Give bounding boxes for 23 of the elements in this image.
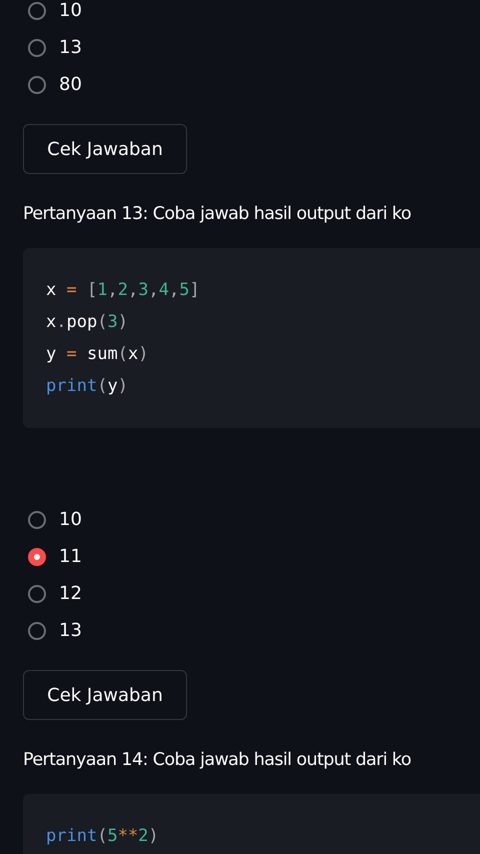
- option-label[interactable]: 12: [59, 583, 82, 604]
- option-label[interactable]: 13: [59, 620, 82, 641]
- radio-button[interactable]: [28, 76, 46, 94]
- question-text: Pertanyaan 13: Coba jawab hasil output dari ko: [23, 204, 411, 224]
- check-answer-button[interactable]: Cek Jawaban: [23, 670, 187, 720]
- option-label[interactable]: 11: [59, 546, 82, 567]
- radio-button[interactable]: [28, 38, 46, 56]
- option-label[interactable]: 10: [59, 509, 82, 530]
- radio-button[interactable]: [28, 622, 46, 640]
- option-label[interactable]: 80: [59, 74, 82, 95]
- code-line: x.pop(3): [46, 311, 129, 334]
- radio-button[interactable]: [28, 510, 46, 528]
- check-answer-button[interactable]: Cek Jawaban: [23, 124, 187, 174]
- option-label[interactable]: 13: [59, 37, 82, 58]
- code-line: y = sum(x): [46, 343, 150, 366]
- question-text: Pertanyaan 14: Coba jawab hasil output dari ko: [23, 750, 411, 770]
- option-label[interactable]: 10: [59, 0, 82, 21]
- code-line: x = [1,2,3,4,5]: [46, 279, 201, 302]
- radio-button[interactable]: [28, 584, 46, 602]
- radio-button[interactable]: [28, 548, 46, 566]
- code-line: print(y): [46, 375, 129, 398]
- code-line: print(5**2): [46, 825, 160, 848]
- radio-button[interactable]: [28, 2, 46, 20]
